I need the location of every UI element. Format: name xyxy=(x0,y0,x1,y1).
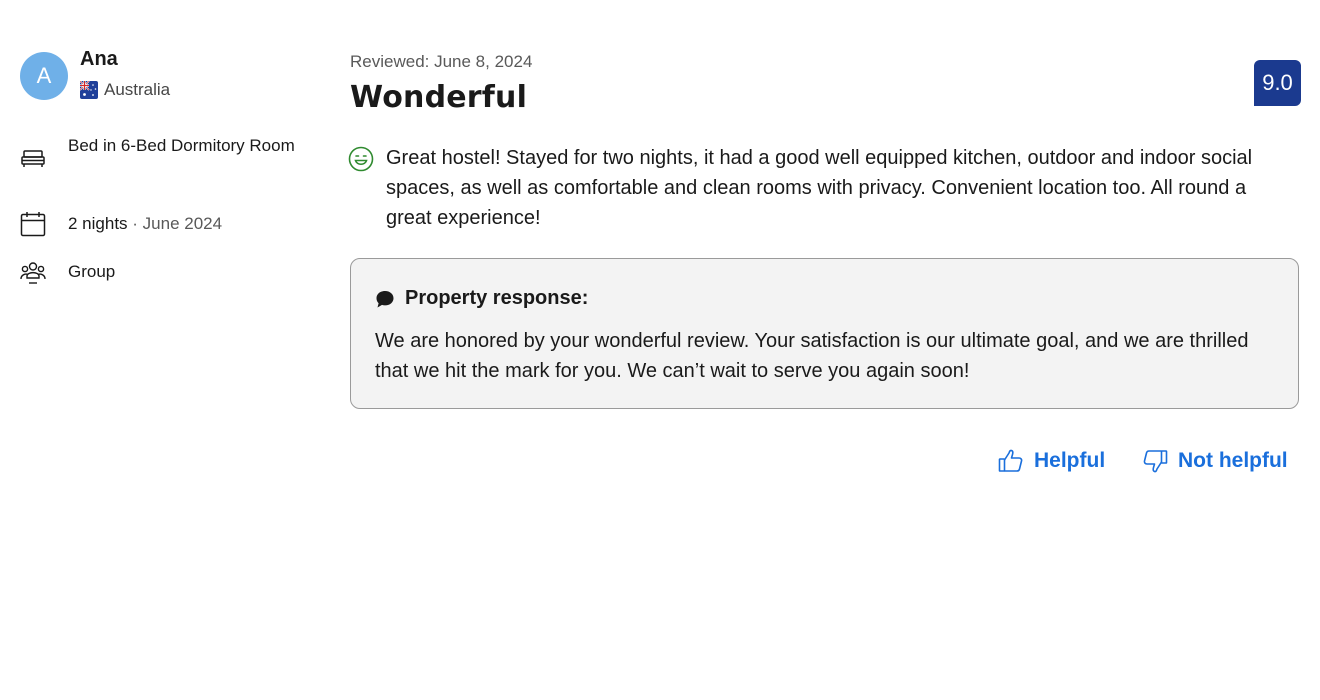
review-card: A Ana Australia Bed in 6-Bed Dormitory R… xyxy=(0,0,1320,700)
nights-count: 2 nights xyxy=(68,214,128,233)
bed-icon xyxy=(21,150,45,167)
property-response-text: We are honored by your wonderful review.… xyxy=(375,330,1249,382)
room-type-row: Bed in 6-Bed Dormitory Room xyxy=(20,136,295,172)
room-type: Bed in 6-Bed Dormitory Room xyxy=(68,136,295,155)
helpful-button[interactable]: Helpful xyxy=(998,448,1105,474)
reviewer-country: Australia xyxy=(80,80,170,100)
review-score: 9.0 xyxy=(1262,70,1293,95)
review-text: Great hostel! Stayed for two nights, it … xyxy=(386,147,1253,229)
not-helpful-button[interactable]: Not helpful xyxy=(1142,448,1288,474)
separator: · xyxy=(127,214,143,233)
stay-length-row: 2 nights · June 2024 xyxy=(20,211,222,237)
group-icon xyxy=(20,262,46,284)
traveler-type: Group xyxy=(68,262,116,281)
country-name: Australia xyxy=(104,80,171,99)
not-helpful-label: Not helpful xyxy=(1178,449,1288,472)
thumbs-down-icon xyxy=(1143,450,1168,473)
avatar-initial: A xyxy=(36,63,52,88)
review-title: Wonderful xyxy=(350,80,528,115)
stay-length: 2 nights · June 2024 xyxy=(68,209,298,239)
reviewed-date: Reviewed: June 8, 2024 xyxy=(350,52,533,71)
smiley-face-icon xyxy=(348,146,374,172)
helpful-label: Helpful xyxy=(1034,449,1106,472)
traveler-type-row: Group xyxy=(20,259,115,285)
property-response-header: Property response: xyxy=(375,287,588,310)
calendar-icon xyxy=(20,212,46,237)
avatar: A xyxy=(20,52,68,100)
score-badge: 9.0 xyxy=(1254,60,1301,106)
property-response-title: Property response: xyxy=(405,287,589,309)
property-response: Property response: We are honored by you… xyxy=(350,258,1299,409)
reviewer-name: Ana xyxy=(80,48,118,70)
thumbs-up-icon xyxy=(998,449,1023,472)
stay-date: June 2024 xyxy=(142,214,223,233)
chat-bubble-icon xyxy=(376,290,394,307)
australia-flag-icon xyxy=(80,81,98,99)
